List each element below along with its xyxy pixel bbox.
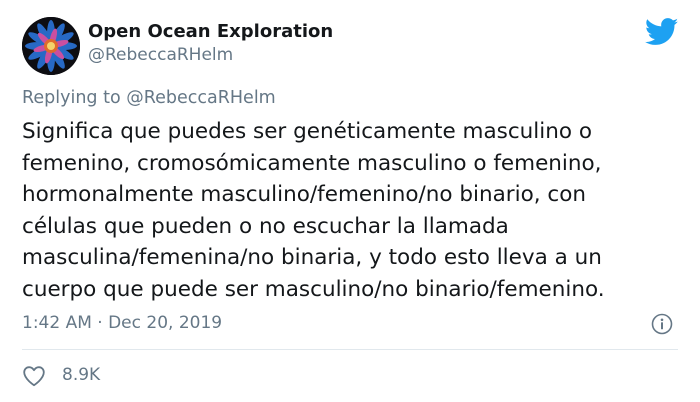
twitter-bird-icon[interactable] [645,18,679,46]
replying-to-mention-link[interactable]: @RebeccaRHelm [126,88,275,108]
like-count: 8.9K [62,365,101,385]
info-icon[interactable] [651,313,673,335]
replying-to: Replying to @RebeccaRHelm [22,88,276,108]
tweet-text-line: cuerpo que puede ser masculino/no binari… [22,276,605,302]
replying-to-label: Replying to [22,88,121,108]
tweet-text-line: Significa que puedes ser genéticamente m… [22,119,592,144]
tweet-text: Significa que puedes ser genéticamente m… [22,116,682,306]
author-display-name[interactable]: Open Ocean Exploration [88,21,333,42]
tweet-timestamp-link[interactable]: 1:42 AM · Dec 20, 2019 [22,313,222,333]
tweet-text-line: femenino, cromosómicamente masculino o f… [22,150,602,176]
author-handle[interactable]: @RebeccaRHelm [88,45,233,65]
heart-icon[interactable] [22,365,46,387]
tweet-text-line: células que pueden o no escuchar la llam… [22,213,509,239]
tweet-card: Open Ocean Exploration @RebeccaRHelm Rep… [0,0,700,402]
tweet-text-line: hormonalmente masculino/femenino/no bina… [22,182,587,208]
avatar[interactable] [22,17,80,75]
sea-creature-avatar-icon [22,17,80,75]
tweet-text-line: masculina/femenina/no binaria, y todo es… [22,245,602,271]
divider [22,349,678,350]
